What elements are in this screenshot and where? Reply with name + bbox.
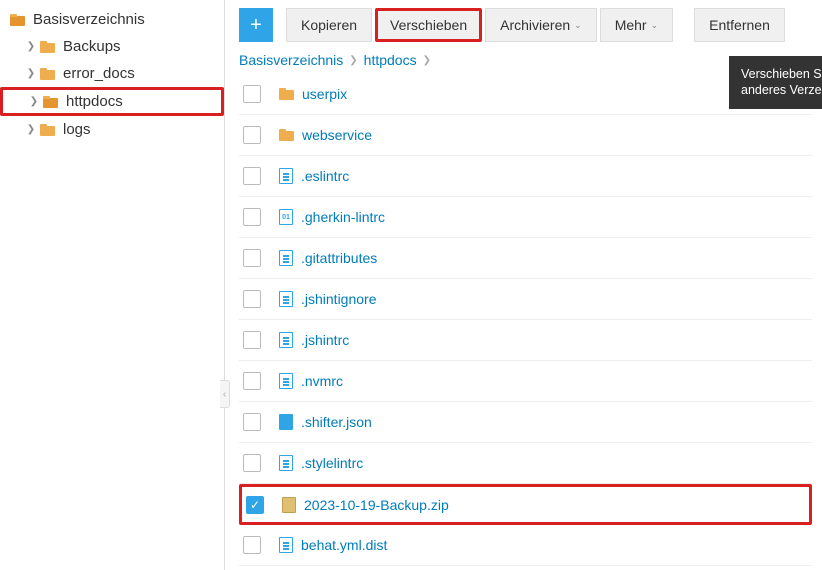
chevron-right-icon: ❯ [29,96,39,107]
file-row[interactable]: .gitattributes [239,238,812,279]
zip-file-icon [282,497,296,513]
file-file-icon [279,455,293,471]
file-checkbox[interactable] [243,85,261,103]
file-row[interactable]: .jshintignore [239,279,812,320]
file-row[interactable]: .eslintrc [239,156,812,197]
file-name[interactable]: .gherkin-lintrc [301,209,385,225]
file-name[interactable]: .stylelintrc [301,455,363,471]
file-file-icon [279,168,293,184]
breadcrumb-current[interactable]: httpdocs [364,52,417,68]
file-row[interactable]: 01 .gherkin-lintrc [239,197,812,238]
more-button[interactable]: Mehr⌄ [600,8,673,42]
folder-icon [279,129,294,141]
file-row[interactable]: ✓ 2023-10-19-Backup.zip [239,484,812,525]
sidebar-item-error-docs[interactable]: ❯ error_docs [0,60,224,87]
folder-icon [40,68,55,80]
chevron-right-icon: ❯ [423,55,431,66]
file-checkbox[interactable] [243,208,261,226]
file-checkbox[interactable] [243,454,261,472]
file-checkbox[interactable] [243,413,261,431]
file-row[interactable]: .stylelintrc [239,443,812,484]
file-row[interactable]: .jshintrc [239,320,812,361]
chevron-down-icon: ⌄ [651,20,659,31]
folder-icon [10,14,25,26]
file-name[interactable]: 2023-10-19-Backup.zip [304,497,449,513]
file-name[interactable]: .eslintrc [301,168,349,184]
file-file-icon [279,537,293,553]
file-row[interactable]: webservice [239,115,812,156]
add-button[interactable]: + [239,8,273,42]
file-name[interactable]: .nvmrc [301,373,343,389]
file-list: userpix webservice .eslintrc 01 .gherkin-lin… [239,74,812,566]
file-file-icon [279,373,293,389]
file-checkbox[interactable] [243,331,261,349]
file-row[interactable]: userpix [239,74,812,115]
file-file-icon [279,332,293,348]
file-file-icon [279,250,293,266]
folder-icon [43,96,58,108]
file-row[interactable]: .shifter.json [239,402,812,443]
move-button[interactable]: Verschieben [375,8,482,42]
file-row[interactable]: behat.yml.dist [239,525,812,566]
folder-icon [40,124,55,136]
tree-root[interactable]: Basisverzeichnis [0,6,224,33]
file-checkbox[interactable] [243,249,261,267]
remove-button[interactable]: Entfernen [694,8,785,42]
copy-button[interactable]: Kopieren [286,8,372,42]
chevron-right-icon: ❯ [26,41,36,52]
chevron-right-icon: ❯ [26,68,36,79]
file-name[interactable]: webservice [302,127,372,143]
sidebar-item-backups[interactable]: ❯ Backups [0,33,224,60]
folder-icon [40,41,55,53]
file-checkbox[interactable] [243,536,261,554]
file-checkbox[interactable] [243,290,261,308]
toolbar: + Kopieren Verschieben Archivieren⌄ Mehr… [239,8,812,42]
breadcrumb: Basisverzeichnis ❯ httpdocs ❯ [239,48,812,74]
sidebar-item-logs[interactable]: ❯ logs [0,116,224,143]
file-checkbox[interactable] [243,372,261,390]
file-checkbox[interactable] [243,167,261,185]
move-tooltip: Verschieben Sie ausgewählte Dateien in e… [729,56,822,109]
json-file-icon [279,414,293,430]
file-file-icon [279,291,293,307]
file-name[interactable]: .shifter.json [301,414,372,430]
file-name[interactable]: .jshintignore [301,291,377,307]
main-panel: + Kopieren Verschieben Archivieren⌄ Mehr… [225,0,822,570]
sidebar-item-httpdocs[interactable]: ❯ httpdocs [0,87,224,116]
file-row[interactable]: .nvmrc [239,361,812,402]
folder-icon [279,88,294,100]
file-name[interactable]: behat.yml.dist [301,537,387,553]
breadcrumb-root[interactable]: Basisverzeichnis [239,52,343,68]
file-checkbox[interactable]: ✓ [246,496,264,514]
chevron-right-icon: ❯ [26,124,36,135]
file-checkbox[interactable] [243,126,261,144]
file-name[interactable]: .jshintrc [301,332,349,348]
chevron-down-icon: ⌄ [574,20,582,31]
tree-root-label: Basisverzeichnis [33,11,145,28]
file-icon: 01 [279,209,293,225]
sidebar: Basisverzeichnis ❯ Backups ❯ error_docs … [0,0,225,570]
file-name[interactable]: .gitattributes [301,250,377,266]
archive-button[interactable]: Archivieren⌄ [485,8,597,42]
file-name[interactable]: userpix [302,86,347,102]
chevron-right-icon: ❯ [349,55,357,66]
